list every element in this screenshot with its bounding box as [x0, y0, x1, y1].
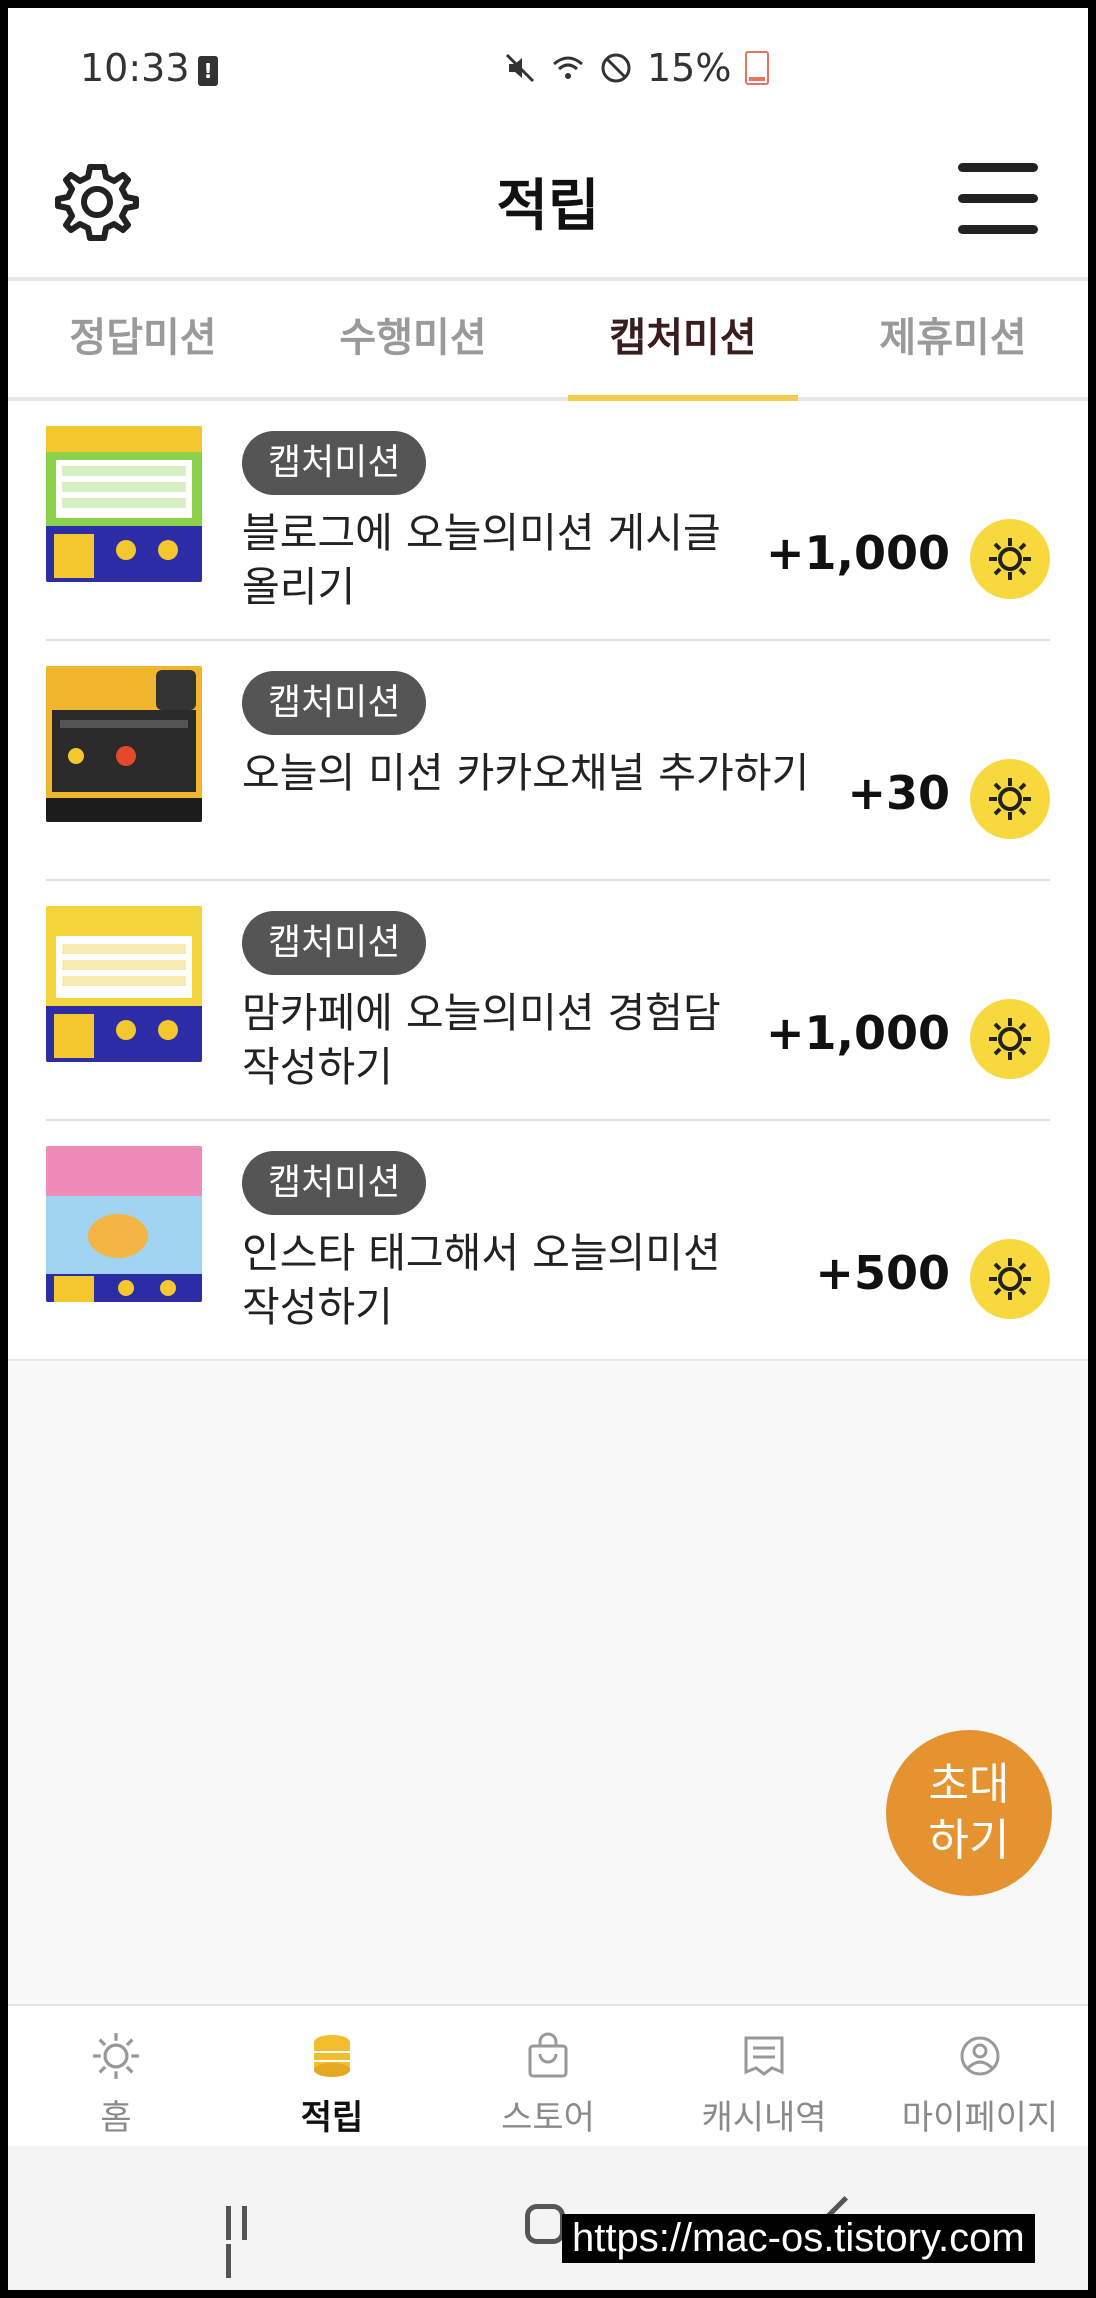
sun-coin-icon: [970, 759, 1050, 839]
sun-home-icon: [93, 2033, 139, 2079]
mission-badge: 캡처미션: [242, 431, 427, 495]
nav-label: 마이페이지: [901, 2098, 1059, 2138]
invite-label-line1: 초대: [928, 1759, 1010, 1810]
app-header: 적립: [8, 133, 1088, 281]
do-not-disturb-icon: [601, 53, 631, 83]
mission-badge: 캡처미션: [242, 671, 427, 735]
mission-points: +1,000: [765, 526, 950, 580]
app-screen: 10:33 ! 15% 적립 정답미션 수행미션 캡처미션 제휴미션 캡처미션 …: [8, 8, 1088, 2290]
nav-home[interactable]: 홈: [8, 2006, 224, 2146]
battery-icon: [745, 51, 770, 85]
mission-list: 캡처미션 블로그에 오늘의미션 게시글 올리기 +1,000 캡처미션 오늘의 …: [8, 401, 1088, 1361]
list-item[interactable]: 캡처미션 맘카페에 오늘의미션 경험담 작성하기 +1,000: [46, 881, 1050, 1121]
mission-badge: 캡처미션: [242, 1151, 427, 1215]
home-button-icon[interactable]: [525, 2204, 565, 2244]
mission-thumbnail: [46, 906, 202, 1062]
invite-button[interactable]: 초대 하기: [886, 1730, 1052, 1896]
list-item[interactable]: 캡처미션 오늘의 미션 카카오채널 추가하기 +30: [46, 641, 1050, 881]
sun-coin-icon: [970, 1239, 1050, 1319]
sun-coin-icon: [970, 519, 1050, 599]
nav-earn[interactable]: 적립: [224, 2006, 440, 2146]
watermark: https://mac-os.tistory.com: [562, 2214, 1035, 2263]
nav-mypage[interactable]: 마이페이지: [872, 2006, 1088, 2146]
user-profile-icon: [960, 2036, 1000, 2076]
nav-label: 캐시내역: [701, 2098, 827, 2138]
mission-thumbnail: [46, 1146, 202, 1302]
battery-alert-icon: !: [198, 56, 218, 86]
list-item[interactable]: 캡처미션 인스타 태그해서 오늘의미션 작성하기 +500: [46, 1121, 1050, 1359]
mission-tabs: 정답미션 수행미션 캡처미션 제휴미션: [8, 281, 1088, 401]
mission-points: +500: [815, 1246, 950, 1300]
mission-thumbnail: [46, 666, 202, 822]
status-time: 10:33: [80, 46, 190, 90]
menu-hamburger-icon[interactable]: [958, 163, 1038, 235]
shopping-bag-icon: [528, 2032, 568, 2078]
invite-label-line2: 하기: [928, 1815, 1010, 1866]
nav-cash-history[interactable]: 캐시내역: [656, 2006, 872, 2146]
mission-title: 블로그에 오늘의미션 게시글 올리기: [242, 509, 721, 611]
tab-perform-mission[interactable]: 수행미션: [278, 281, 548, 397]
nav-store[interactable]: 스토어: [440, 2006, 656, 2146]
mission-title: 오늘의 미션 카카오채널 추가하기: [242, 749, 810, 797]
wifi-icon: [553, 56, 583, 79]
tab-answer-mission[interactable]: 정답미션: [8, 281, 278, 397]
tab-capture-mission[interactable]: 캡처미션: [548, 281, 818, 401]
status-bar: 10:33 ! 15%: [8, 8, 1088, 133]
mission-title: 맘카페에 오늘의미션 경험담 작성하기: [242, 989, 721, 1091]
nav-label: 홈: [100, 2098, 132, 2138]
sun-coin-icon: [970, 999, 1050, 1079]
page-title: 적립: [496, 174, 600, 239]
status-right: 15%: [503, 46, 770, 90]
coin-stack-icon: [314, 2035, 350, 2077]
tab-partner-mission[interactable]: 제휴미션: [818, 281, 1088, 397]
mission-badge: 캡처미션: [242, 911, 427, 975]
nav-label: 적립: [300, 2098, 364, 2138]
recent-apps-icon[interactable]: [226, 2206, 266, 2278]
nav-label: 스토어: [501, 2098, 595, 2138]
mute-icon: [505, 53, 535, 83]
mission-points: +1,000: [765, 1006, 950, 1060]
mission-title: 인스타 태그해서 오늘의미션 작성하기: [242, 1229, 721, 1331]
mission-points: +30: [847, 766, 950, 820]
receipt-icon: [744, 2036, 784, 2076]
battery-percent: 15%: [647, 46, 732, 90]
list-item[interactable]: 캡처미션 블로그에 오늘의미션 게시글 올리기 +1,000: [46, 401, 1050, 641]
bottom-nav: 홈 적립 스토어 캐시내역 마이페이지: [8, 2004, 1088, 2146]
mission-thumbnail: [46, 426, 202, 582]
